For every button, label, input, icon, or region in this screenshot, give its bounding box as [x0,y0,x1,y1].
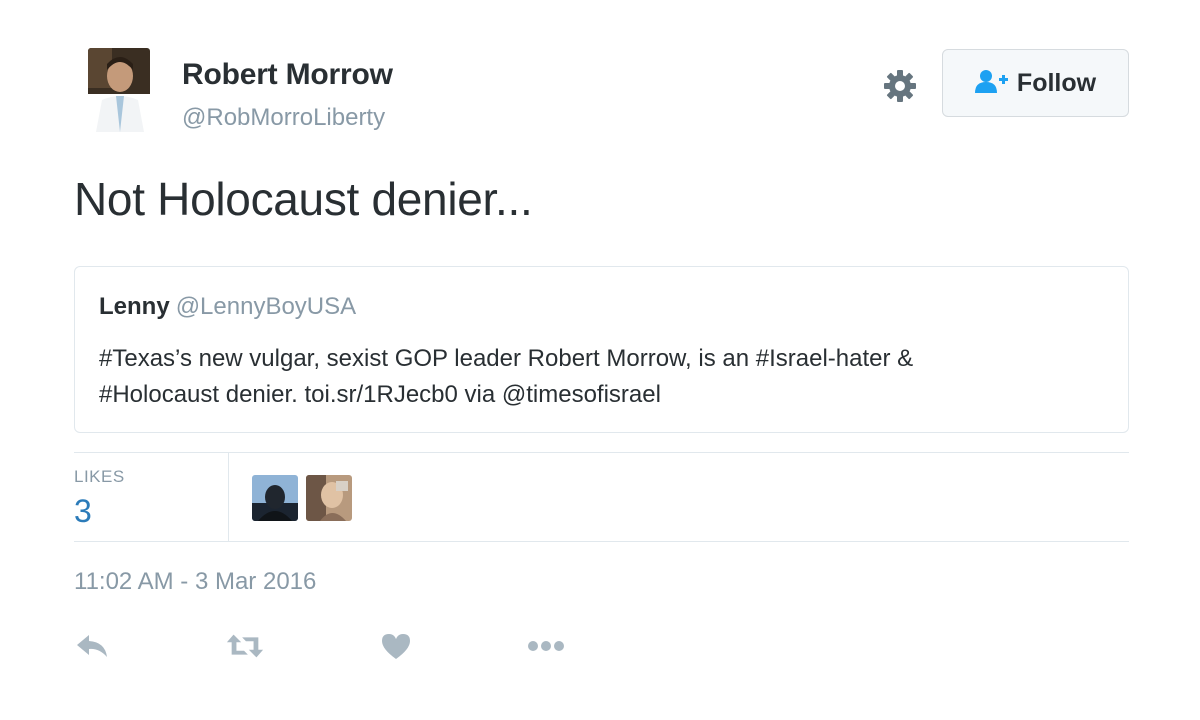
quoted-author-handle: @LennyBoyUSA [175,293,357,320]
reply-icon[interactable] [72,626,112,666]
likes-count: 3 [74,493,92,529]
tweet-timestamp[interactable]: 11:02 AM - 3 Mar 2016 [74,568,316,596]
tweet-text: Not Holocaust denier... [74,173,533,225]
author-avatar[interactable] [88,48,150,132]
user-plus-icon [974,68,1009,99]
liker-avatar[interactable] [252,475,298,521]
author-handle[interactable]: @RobMorroLiberty [182,104,385,132]
likes-label: LIKES [74,467,125,486]
heart-icon[interactable] [376,626,416,666]
author-name[interactable]: Robert Morrow [182,58,393,92]
follow-button[interactable]: Follow [942,49,1129,117]
quoted-text-line: #Texas’s new vulgar, sexist GOP leader R… [99,345,914,372]
tweet-stats: LIKES 3 [74,452,1129,542]
follow-button-label: Follow [1016,68,1097,97]
liker-avatar[interactable] [306,475,352,521]
quoted-tweet[interactable]: Lenny @LennyBoyUSA #Texas’s new vulgar, s… [74,266,1129,433]
quoted-author-name: Lenny [99,293,170,320]
likes-stat[interactable]: LIKES 3 [74,453,229,541]
retweet-icon[interactable] [225,626,265,666]
gear-icon[interactable] [880,66,920,106]
quoted-tweet-text: #Texas’s new vulgar, sexist GOP leader R… [99,341,1104,413]
more-icon[interactable] [526,626,566,666]
quoted-text-line: #Holocaust denier. toi.sr/1RJecb0 via @t… [99,381,661,408]
quoted-tweet-header: Lenny @LennyBoyUSA [99,293,1104,321]
